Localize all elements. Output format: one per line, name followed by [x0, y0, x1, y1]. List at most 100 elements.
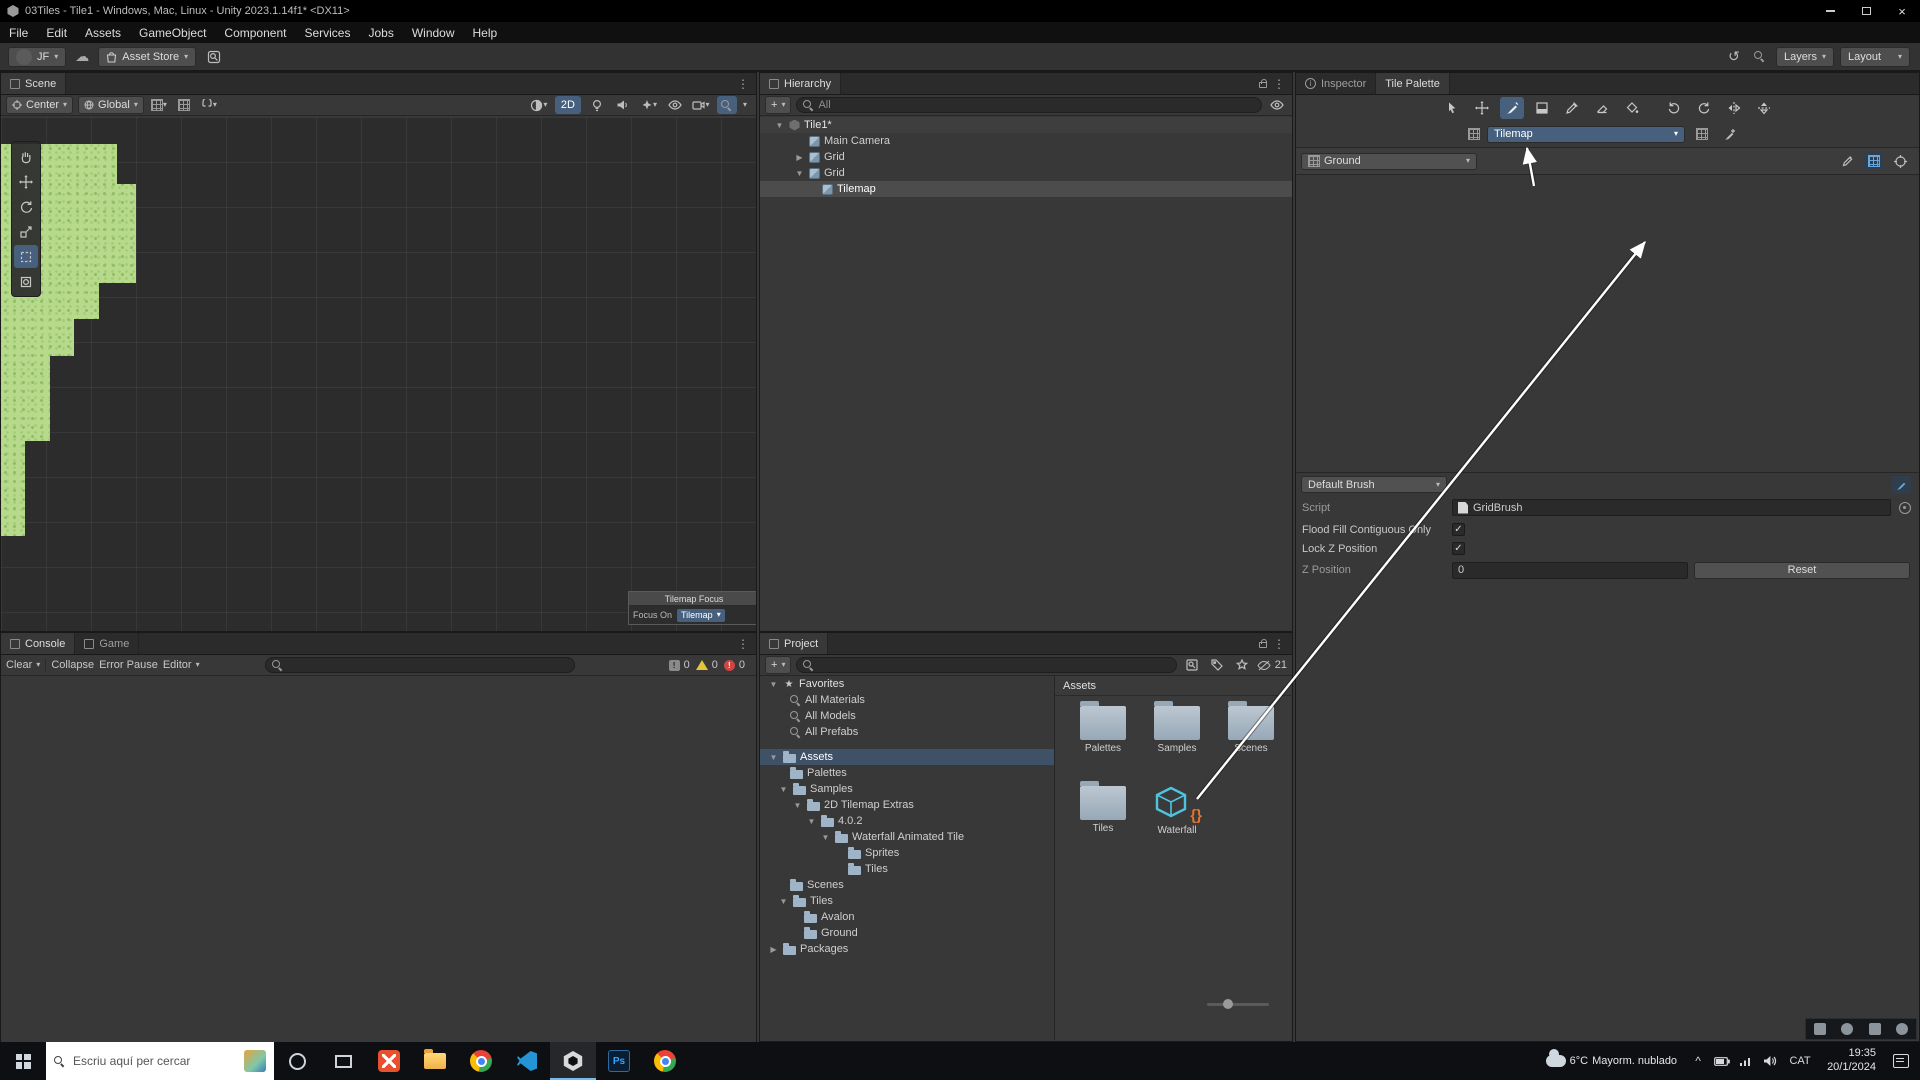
menu-file[interactable]: File	[0, 22, 37, 43]
object-picker-icon[interactable]	[1899, 502, 1911, 514]
project-search-input[interactable]	[796, 657, 1176, 673]
transform-tool[interactable]	[14, 270, 38, 293]
box-fill-tool-icon[interactable]	[1530, 97, 1554, 119]
account-dropdown[interactable]: JF ▾	[8, 47, 66, 67]
flood-fill-checkbox[interactable]: ✓	[1452, 523, 1465, 536]
audio-toggle-icon[interactable]	[613, 96, 633, 114]
weather-widget[interactable]: 6°C Mayorm. nublado	[1538, 1055, 1685, 1067]
menu-edit[interactable]: Edit	[37, 22, 76, 43]
brush-settings-icon[interactable]	[1891, 476, 1911, 494]
rotate-cw-icon[interactable]	[1692, 97, 1716, 119]
console-log-area[interactable]	[1, 676, 756, 1042]
taskbar-vscode[interactable]	[504, 1042, 550, 1080]
lock-icon[interactable]	[1259, 82, 1267, 88]
editor-dropdown[interactable]: Editor▾	[163, 659, 200, 671]
tab-tile-palette[interactable]: Tile Palette	[1376, 73, 1450, 94]
gizmos-toggle-icon[interactable]	[1890, 152, 1910, 170]
menu-gameobject[interactable]: GameObject	[130, 22, 215, 43]
scene-viewport[interactable]: Tilemap Focus Focus On Tilemap▾	[1, 117, 756, 631]
grid-snap-dropdown[interactable]: ▾	[149, 96, 169, 114]
language-indicator[interactable]: CAT	[1783, 1055, 1817, 1067]
tray-expand-icon[interactable]: ^	[1687, 1054, 1709, 1068]
tab-hierarchy[interactable]: Hierarchy	[760, 73, 841, 94]
palette-dropdown[interactable]: Ground ▾	[1301, 153, 1477, 170]
picker-tool-icon[interactable]	[1560, 97, 1584, 119]
taskbar-unity-active[interactable]	[550, 1042, 596, 1080]
edit-palette-icon[interactable]	[1838, 152, 1858, 170]
asset-item-palettes[interactable]: Palettes	[1069, 706, 1137, 754]
network-icon[interactable]	[1735, 1056, 1757, 1067]
search-icon[interactable]	[1750, 48, 1770, 66]
favorites-header[interactable]: ▼★ Favorites	[760, 676, 1054, 692]
scene-visibility-toggle-icon[interactable]	[1267, 96, 1287, 114]
clock[interactable]: 19:35 20/1/2024	[1819, 1047, 1884, 1075]
collapse-button[interactable]: Collapse	[51, 659, 94, 671]
content-breadcrumb[interactable]: Assets	[1055, 676, 1291, 696]
orientation-dropdown[interactable]: Global▾	[78, 96, 144, 114]
tray-overflow-icon[interactable]	[1814, 1023, 1826, 1035]
tray-overflow-icon[interactable]	[1869, 1023, 1881, 1035]
shading-mode-dropdown[interactable]: ▾	[529, 96, 549, 114]
select-tool-icon[interactable]	[1440, 97, 1464, 119]
pivot-dropdown[interactable]: Center▾	[6, 96, 73, 114]
project-folder-palettes[interactable]: Palettes	[760, 765, 1054, 781]
gizmos-dropdown-icon[interactable]: ▾	[743, 101, 747, 109]
lock-icon[interactable]	[1259, 642, 1267, 648]
project-content-area[interactable]: Assets Palettes Samples Scenes Tiles {} …	[1055, 676, 1291, 1040]
favorite-all-materials[interactable]: All Materials	[760, 692, 1054, 708]
hierarchy-search-input[interactable]: All	[796, 97, 1262, 113]
rotate-ccw-icon[interactable]	[1662, 97, 1686, 119]
project-folder-sprites[interactable]: Sprites	[760, 845, 1054, 861]
project-menu-icon[interactable]: ⋮	[1273, 637, 1286, 651]
brush-dropdown[interactable]: Default Brush▾	[1301, 476, 1447, 493]
menu-window[interactable]: Window	[403, 22, 464, 43]
error-count[interactable]: !0	[724, 659, 745, 671]
task-view-button[interactable]	[320, 1042, 366, 1080]
console-search-input[interactable]	[265, 657, 575, 673]
foldout-open-icon[interactable]: ▼	[774, 121, 785, 130]
create-object-button[interactable]: +▾	[765, 96, 791, 114]
project-folder-ground[interactable]: Ground	[760, 925, 1054, 941]
save-search-icon[interactable]	[1232, 656, 1252, 674]
grid-gizmo-button[interactable]	[1692, 125, 1712, 143]
hierarchy-item-grid-1[interactable]: ▶ Grid	[760, 149, 1292, 165]
layout-dropdown[interactable]: Layout▾	[1840, 47, 1910, 67]
search-window-icon[interactable]	[204, 48, 224, 66]
project-folder-avalon[interactable]: Avalon	[760, 909, 1054, 925]
hidden-packages-count[interactable]: 21	[1257, 659, 1287, 671]
scene-visibility-icon[interactable]	[665, 96, 685, 114]
menu-component[interactable]: Component	[215, 22, 295, 43]
project-folder-tiles-sub[interactable]: Tiles	[760, 861, 1054, 877]
favorite-all-models[interactable]: All Models	[760, 708, 1054, 724]
zoom-slider-knob[interactable]	[1223, 999, 1233, 1009]
project-folder-packages[interactable]: ▶Packages	[760, 941, 1054, 957]
camera-settings-dropdown[interactable]: ▾	[691, 96, 711, 114]
rect-tool[interactable]	[14, 245, 38, 268]
search-highlight-image[interactable]	[244, 1050, 266, 1072]
battery-icon[interactable]	[1711, 1057, 1733, 1066]
cortana-button[interactable]	[274, 1042, 320, 1080]
tab-project[interactable]: Project	[760, 633, 828, 654]
hierarchy-item-main-camera[interactable]: Main Camera	[760, 133, 1292, 149]
taskbar-photoshop[interactable]: Ps	[596, 1042, 642, 1080]
taskbar-search-input[interactable]: Escriu aquí per cercar	[46, 1042, 274, 1080]
tab-inspector[interactable]: i Inspector	[1296, 73, 1376, 94]
project-folder-assets[interactable]: ▼ Assets	[760, 749, 1054, 765]
menu-services[interactable]: Services	[295, 22, 359, 43]
gizmos-search-icon[interactable]	[717, 96, 737, 114]
hierarchy-item-grid-2[interactable]: ▼ Grid	[760, 165, 1292, 181]
effects-dropdown[interactable]: ▾	[639, 96, 659, 114]
reset-button[interactable]: Reset	[1694, 562, 1910, 579]
move-tool[interactable]	[14, 170, 38, 193]
hierarchy-item-tilemap[interactable]: Tilemap	[760, 181, 1292, 197]
project-folder-scenes[interactable]: Scenes	[760, 877, 1054, 893]
brush-tool-icon[interactable]	[1500, 97, 1524, 119]
search-by-type-icon[interactable]	[1182, 656, 1202, 674]
rotate-tool[interactable]	[14, 195, 38, 218]
asset-store-button[interactable]: Asset Store ▾	[98, 47, 196, 67]
lock-z-checkbox[interactable]: ✓	[1452, 542, 1465, 555]
maximize-button[interactable]	[1848, 0, 1884, 22]
asset-item-tiles[interactable]: Tiles	[1069, 786, 1137, 834]
tab-console[interactable]: Console	[1, 633, 75, 654]
view-hand-tool[interactable]	[14, 145, 38, 168]
